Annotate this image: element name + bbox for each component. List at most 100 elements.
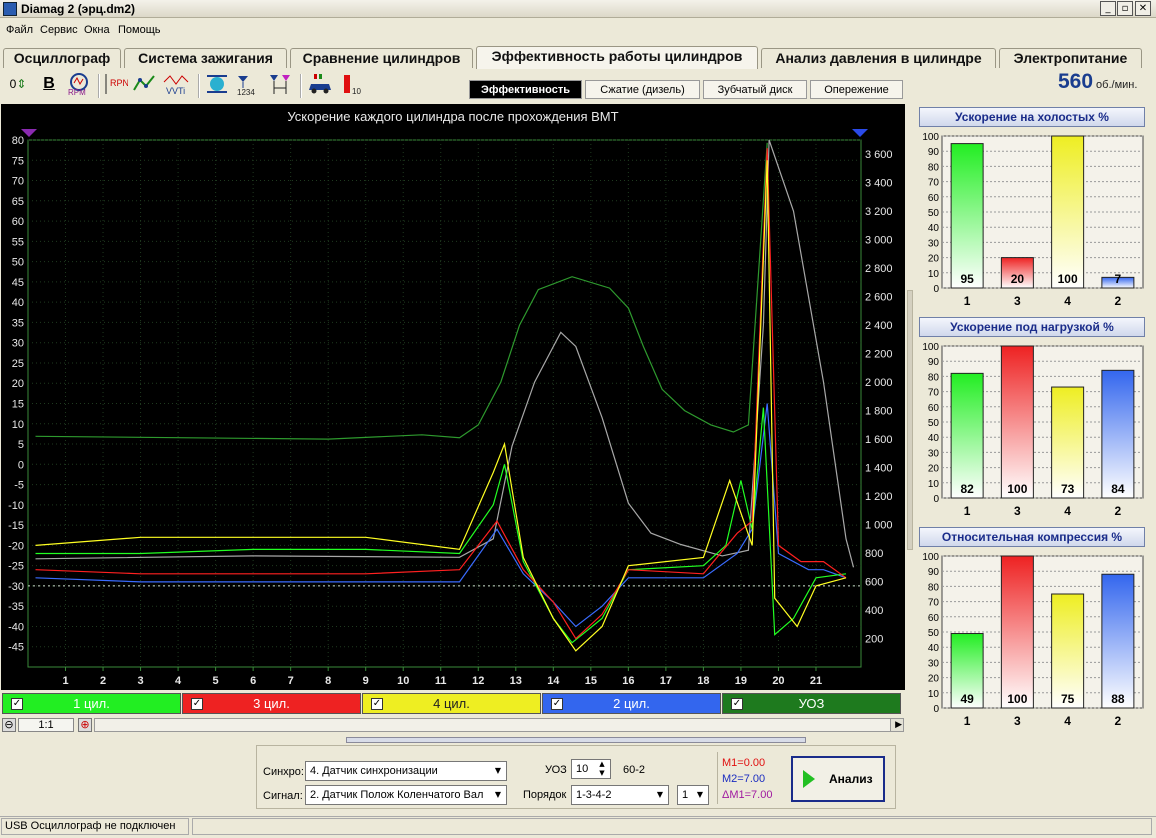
menu-windows[interactable]: Окна <box>84 24 110 36</box>
legend-channel[interactable]: ✓ 4 цил. <box>362 693 541 714</box>
tab-ignition[interactable]: Система зажигания <box>124 48 287 68</box>
bar-y-tick: 0 <box>933 494 939 505</box>
firing-order-button[interactable]: 1234 <box>234 72 262 98</box>
tab-oscilloscope[interactable]: Осциллограф <box>3 48 121 68</box>
firing-order-select[interactable]: 1-3-4-2 ▼ <box>571 785 669 805</box>
bar-panel: Ускорение под нагрузкой % 100 90 80 70 60 50 40… <box>917 317 1150 522</box>
bar-y-tick: 0 <box>933 704 939 715</box>
legend-channel[interactable]: ✓ УОЗ <box>722 693 901 714</box>
spinner-arrows-icon[interactable]: ▲ ▼ <box>594 760 610 778</box>
menu-service[interactable]: Сервис <box>40 24 78 36</box>
bar-value-label: 100 <box>1007 482 1027 496</box>
legend-channel[interactable]: ✓ 3 цил. <box>182 693 361 714</box>
bar-category-label: 1 <box>964 504 971 518</box>
legend-channel[interactable]: ✓ 2 цил. <box>542 693 721 714</box>
bar-y-tick: 20 <box>928 464 940 475</box>
rpn-button[interactable]: RPN <box>103 72 129 98</box>
close-button[interactable]: ✕ <box>1135 1 1151 16</box>
chart-scroll-row: ⊖ 1:1 ⊕ ▶ <box>2 717 906 733</box>
y-left-tick-label: 55 <box>12 236 24 248</box>
y-right-tick-label: 2 600 <box>865 292 893 304</box>
menu-help[interactable]: Помощь <box>118 24 161 36</box>
window-title: Diamag 2 (эрц.dm2) <box>21 2 136 16</box>
channel-checkbox[interactable]: ✓ <box>191 698 203 710</box>
rpn-icon: RPN <box>105 74 129 94</box>
chevron-down-icon: ▼ <box>494 790 502 799</box>
splitter-handle[interactable] <box>346 737 806 743</box>
x-tick-label: 12 <box>472 675 484 687</box>
y-right-tick-label: 2 000 <box>865 377 893 389</box>
bar-y-tick: 90 <box>928 357 940 368</box>
zoom-in-button[interactable]: ⊕ <box>78 718 92 732</box>
bold-button[interactable]: B <box>36 72 62 98</box>
bar-value-label: 49 <box>960 692 974 706</box>
tab-pressure-analysis[interactable]: Анализ давления в цилиндре <box>761 48 996 68</box>
bar-category-label: 4 <box>1064 504 1071 518</box>
subtab-compression-diesel[interactable]: Сжатие (дизель) <box>585 80 700 99</box>
car-button[interactable] <box>305 72 335 98</box>
x-tick-label: 17 <box>660 675 672 687</box>
bar-y-tick: 70 <box>928 178 940 189</box>
x-tick-label: 19 <box>735 675 747 687</box>
menu-file[interactable]: Файл <box>6 24 33 36</box>
level-button[interactable]: 10 <box>339 72 365 98</box>
channel-checkbox[interactable]: ✓ <box>371 698 383 710</box>
y-left-tick-label: -40 <box>8 621 24 633</box>
marker-button[interactable] <box>266 72 294 98</box>
bar-chart: 10090807060504030201008211003734842 <box>922 342 1144 518</box>
tab-cylinder-efficiency[interactable]: Эффективность работы цилиндров <box>476 46 758 69</box>
acceleration-chart[interactable]: 80757065605550454035302520151050-5-10-15… <box>1 104 905 690</box>
legend-channel[interactable]: ✓ 1 цил. <box>2 693 181 714</box>
markers-icon <box>270 75 290 94</box>
horizontal-scrollbar[interactable]: ▶ <box>94 718 904 732</box>
rpm-value: 560 <box>1058 70 1094 93</box>
bar-y-tick: 70 <box>928 598 940 609</box>
tab-cylinder-compare[interactable]: Сравнение цилиндров <box>290 48 473 68</box>
right-marker-icon <box>852 129 868 137</box>
minimize-button[interactable]: _ <box>1100 1 1116 16</box>
bar-value-label: 84 <box>1111 482 1125 496</box>
channel-checkbox[interactable]: ✓ <box>731 698 743 710</box>
toolbar-separator <box>300 74 302 98</box>
vvti-button[interactable]: VVTi <box>161 72 193 98</box>
series-line <box>35 160 847 652</box>
y-right-tick-label: 1 200 <box>865 491 893 503</box>
y-left-tick-label: 10 <box>12 419 24 431</box>
trend-button[interactable] <box>131 72 159 98</box>
subtab-advance[interactable]: Опережение <box>810 80 903 99</box>
channel-checkbox[interactable]: ✓ <box>551 698 563 710</box>
channel-checkbox[interactable]: ✓ <box>11 698 23 710</box>
tab-power-supply[interactable]: Электропитание <box>999 48 1142 68</box>
subtab-efficiency[interactable]: Эффективность <box>469 80 582 99</box>
sync-button[interactable] <box>203 72 231 98</box>
uoz-spinner[interactable]: 10 ▲ ▼ <box>571 759 611 779</box>
y-left-tick-label: 5 <box>18 439 24 451</box>
zoom-ratio: 1:1 <box>18 718 74 732</box>
car-icon <box>309 74 331 94</box>
main-tabs: Осциллограф Система зажигания Сравнение … <box>0 46 1156 69</box>
x-tick-label: 1 <box>62 675 68 687</box>
bar-y-tick: 20 <box>928 254 940 265</box>
bar-category-label: 3 <box>1014 714 1021 728</box>
uoz-label: УОЗ <box>545 764 567 776</box>
zero-level-button[interactable]: 0⇕ <box>4 72 32 98</box>
y-left-tick-label: 30 <box>12 338 24 350</box>
subtab-tooth-wheel[interactable]: Зубчатый диск <box>703 80 807 99</box>
toolbar: 0⇕ B RPM RPN VVTi 1234 10 <box>0 70 470 100</box>
y-left-tick-label: 20 <box>12 378 24 390</box>
scrollbar-thumb[interactable] <box>95 719 891 731</box>
analyze-button[interactable]: Анализ <box>791 756 885 802</box>
series-line <box>35 148 847 640</box>
maximize-button[interactable]: ▫ <box>1117 1 1133 16</box>
signal-select[interactable]: 2. Датчик Полож Коленчатого Вал ▼ <box>305 785 507 805</box>
scroll-right-arrow-icon[interactable]: ▶ <box>895 719 902 731</box>
bar-y-tick: 30 <box>928 658 940 669</box>
rpm-button[interactable]: RPM <box>64 72 94 98</box>
order-number-select[interactable]: 1 ▼ <box>677 785 709 805</box>
bar-category-label: 4 <box>1064 714 1071 728</box>
zoom-out-button[interactable]: ⊖ <box>2 718 16 732</box>
analyze-label: Анализ <box>829 772 873 786</box>
side-splitter[interactable] <box>907 290 913 550</box>
channel-legend: ✓ 1 цил. ✓ 3 цил. ✓ 4 цил. ✓ 2 цил. ✓ УОЗ <box>2 693 904 715</box>
sync-select[interactable]: 4. Датчик синхронизации ▼ <box>305 761 507 781</box>
